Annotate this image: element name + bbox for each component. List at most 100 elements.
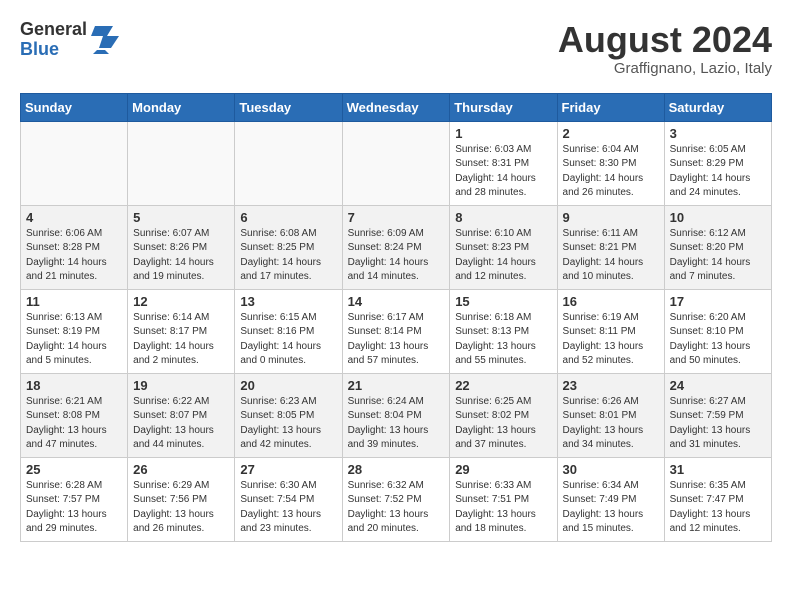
weekday-header: Sunday: [21, 93, 128, 121]
calendar-day-cell: 10 Sunrise: 6:12 AM Sunset: 8:20 PM Dayli…: [664, 205, 771, 289]
day-number: 3: [670, 126, 766, 141]
weekday-header-row: SundayMondayTuesdayWednesdayThursdayFrid…: [21, 93, 772, 121]
day-number: 22: [455, 378, 551, 393]
day-info: Sunrise: 6:03 AM Sunset: 8:31 PM Dayligh…: [455, 143, 551, 201]
calendar-day-cell: 25Sunrise: 6:28 AM Sunset: 7:57 PM Dayli…: [21, 457, 128, 541]
calendar-day-cell: 1 Sunrise: 6:03 AM Sunset: 8:31 PM Daylig…: [450, 121, 557, 205]
day-number: 19: [133, 378, 229, 393]
calendar-day-cell: 3 Sunrise: 6:05 AM Sunset: 8:29 PM Daylig…: [664, 121, 771, 205]
day-info: Sunrise: 6:18 AM Sunset: 8:13 PM Dayligh…: [455, 311, 551, 369]
calendar-day-cell: 9 Sunrise: 6:11 AM Sunset: 8:21 PM Daylig…: [557, 205, 664, 289]
day-number: 21: [348, 378, 445, 393]
day-info: Sunrise: 6:29 AM Sunset: 7:56 PM Dayligh…: [133, 479, 229, 537]
day-info: Sunrise: 6:27 AM Sunset: 7:59 PM Dayligh…: [670, 395, 766, 453]
logo: General Blue: [20, 20, 119, 60]
calendar-day-cell: 11 Sunrise: 6:13 AM Sunset: 8:19 PM Dayli…: [21, 289, 128, 373]
day-number: 26: [133, 462, 229, 477]
logo-icon: [91, 26, 119, 54]
calendar-day-cell: 22Sunrise: 6:25 AM Sunset: 8:02 PM Dayli…: [450, 373, 557, 457]
day-info: Sunrise: 6:15 AM Sunset: 8:16 PM Dayligh…: [240, 311, 336, 369]
day-number: 9: [563, 210, 659, 225]
calendar-day-cell: 7Sunrise: 6:09 AM Sunset: 8:24 PM Daylig…: [342, 205, 450, 289]
calendar-day-cell: [21, 121, 128, 205]
day-info: Sunrise: 6:23 AM Sunset: 8:05 PM Dayligh…: [240, 395, 336, 453]
calendar-week-row: 11 Sunrise: 6:13 AM Sunset: 8:19 PM Dayli…: [21, 289, 772, 373]
day-number: 12: [133, 294, 229, 309]
weekday-header: Saturday: [664, 93, 771, 121]
day-info: Sunrise: 6:32 AM Sunset: 7:52 PM Dayligh…: [348, 479, 445, 537]
calendar-day-cell: 5Sunrise: 6:07 AM Sunset: 8:26 PM Daylig…: [128, 205, 235, 289]
weekday-header: Wednesday: [342, 93, 450, 121]
day-info: Sunrise: 6:33 AM Sunset: 7:51 PM Dayligh…: [455, 479, 551, 537]
calendar-day-cell: 4 Sunrise: 6:06 AM Sunset: 8:28 PM Daylig…: [21, 205, 128, 289]
calendar-day-cell: 15 Sunrise: 6:18 AM Sunset: 8:13 PM Dayli…: [450, 289, 557, 373]
day-number: 15: [455, 294, 551, 309]
logo-blue: Blue: [20, 40, 87, 60]
day-info: Sunrise: 6:20 AM Sunset: 8:10 PM Dayligh…: [670, 311, 766, 369]
calendar-day-cell: 20Sunrise: 6:23 AM Sunset: 8:05 PM Dayli…: [235, 373, 342, 457]
calendar-week-row: 25Sunrise: 6:28 AM Sunset: 7:57 PM Dayli…: [21, 457, 772, 541]
calendar-day-cell: 8Sunrise: 6:10 AM Sunset: 8:23 PM Daylig…: [450, 205, 557, 289]
weekday-header: Friday: [557, 93, 664, 121]
calendar-day-cell: 28 Sunrise: 6:32 AM Sunset: 7:52 PM Dayli…: [342, 457, 450, 541]
calendar-day-cell: 19 Sunrise: 6:22 AM Sunset: 8:07 PM Dayli…: [128, 373, 235, 457]
day-number: 16: [563, 294, 659, 309]
day-number: 11: [26, 294, 122, 309]
calendar-day-cell: [342, 121, 450, 205]
logo-general: General: [20, 20, 87, 40]
day-number: 1: [455, 126, 551, 141]
weekday-header: Tuesday: [235, 93, 342, 121]
page-header: General Blue August 2024 Graffignano, La…: [20, 20, 772, 77]
calendar-week-row: 1 Sunrise: 6:03 AM Sunset: 8:31 PM Daylig…: [21, 121, 772, 205]
calendar-day-cell: 13 Sunrise: 6:15 AM Sunset: 8:16 PM Dayli…: [235, 289, 342, 373]
day-info: Sunrise: 6:11 AM Sunset: 8:21 PM Dayligh…: [563, 227, 659, 285]
location-subtitle: Graffignano, Lazio, Italy: [558, 60, 772, 77]
calendar-day-cell: 29 Sunrise: 6:33 AM Sunset: 7:51 PM Dayli…: [450, 457, 557, 541]
day-info: Sunrise: 6:08 AM Sunset: 8:25 PM Dayligh…: [240, 227, 336, 285]
day-info: Sunrise: 6:05 AM Sunset: 8:29 PM Dayligh…: [670, 143, 766, 201]
weekday-header: Monday: [128, 93, 235, 121]
day-number: 31: [670, 462, 766, 477]
calendar-day-cell: 31Sunrise: 6:35 AM Sunset: 7:47 PM Dayli…: [664, 457, 771, 541]
day-number: 10: [670, 210, 766, 225]
day-number: 14: [348, 294, 445, 309]
calendar-day-cell: 16 Sunrise: 6:19 AM Sunset: 8:11 PM Dayli…: [557, 289, 664, 373]
day-number: 13: [240, 294, 336, 309]
calendar-day-cell: 24Sunrise: 6:27 AM Sunset: 7:59 PM Dayli…: [664, 373, 771, 457]
day-info: Sunrise: 6:22 AM Sunset: 8:07 PM Dayligh…: [133, 395, 229, 453]
day-number: 29: [455, 462, 551, 477]
day-info: Sunrise: 6:21 AM Sunset: 8:08 PM Dayligh…: [26, 395, 122, 453]
day-number: 30: [563, 462, 659, 477]
calendar-day-cell: 21 Sunrise: 6:24 AM Sunset: 8:04 PM Dayli…: [342, 373, 450, 457]
calendar-day-cell: 2 Sunrise: 6:04 AM Sunset: 8:30 PM Daylig…: [557, 121, 664, 205]
calendar-day-cell: 27Sunrise: 6:30 AM Sunset: 7:54 PM Dayli…: [235, 457, 342, 541]
day-number: 18: [26, 378, 122, 393]
day-number: 17: [670, 294, 766, 309]
calendar-day-cell: 6 Sunrise: 6:08 AM Sunset: 8:25 PM Daylig…: [235, 205, 342, 289]
calendar-week-row: 18 Sunrise: 6:21 AM Sunset: 8:08 PM Dayli…: [21, 373, 772, 457]
day-info: Sunrise: 6:19 AM Sunset: 8:11 PM Dayligh…: [563, 311, 659, 369]
calendar-day-cell: 14Sunrise: 6:17 AM Sunset: 8:14 PM Dayli…: [342, 289, 450, 373]
day-info: Sunrise: 6:14 AM Sunset: 8:17 PM Dayligh…: [133, 311, 229, 369]
day-info: Sunrise: 6:26 AM Sunset: 8:01 PM Dayligh…: [563, 395, 659, 453]
day-number: 2: [563, 126, 659, 141]
day-info: Sunrise: 6:04 AM Sunset: 8:30 PM Dayligh…: [563, 143, 659, 201]
day-number: 7: [348, 210, 445, 225]
day-info: Sunrise: 6:24 AM Sunset: 8:04 PM Dayligh…: [348, 395, 445, 453]
day-number: 6: [240, 210, 336, 225]
calendar-day-cell: [235, 121, 342, 205]
day-number: 5: [133, 210, 229, 225]
calendar-day-cell: 26 Sunrise: 6:29 AM Sunset: 7:56 PM Dayli…: [128, 457, 235, 541]
calendar-day-cell: 12 Sunrise: 6:14 AM Sunset: 8:17 PM Dayli…: [128, 289, 235, 373]
calendar-day-cell: 30Sunrise: 6:34 AM Sunset: 7:49 PM Dayli…: [557, 457, 664, 541]
title-block: August 2024 Graffignano, Lazio, Italy: [558, 20, 772, 77]
weekday-header: Thursday: [450, 93, 557, 121]
day-number: 28: [348, 462, 445, 477]
day-number: 23: [563, 378, 659, 393]
day-info: Sunrise: 6:10 AM Sunset: 8:23 PM Dayligh…: [455, 227, 551, 285]
day-info: Sunrise: 6:06 AM Sunset: 8:28 PM Dayligh…: [26, 227, 122, 285]
day-number: 4: [26, 210, 122, 225]
calendar-table: SundayMondayTuesdayWednesdayThursdayFrid…: [20, 93, 772, 542]
day-info: Sunrise: 6:12 AM Sunset: 8:20 PM Dayligh…: [670, 227, 766, 285]
day-info: Sunrise: 6:13 AM Sunset: 8:19 PM Dayligh…: [26, 311, 122, 369]
